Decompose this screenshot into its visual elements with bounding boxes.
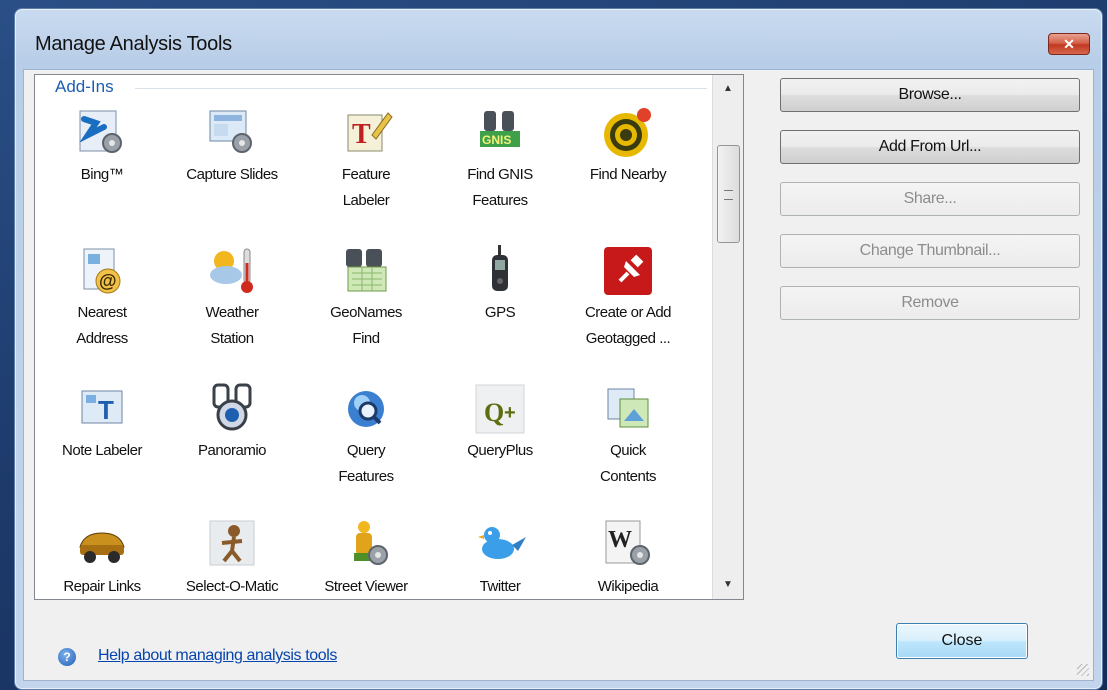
- geonames-icon: [338, 243, 394, 299]
- queryplus-icon: Q +: [472, 381, 528, 437]
- svg-text:@: @: [99, 271, 117, 291]
- tool-label-line2: Geotagged ...: [585, 330, 671, 347]
- scrollbar-thumb[interactable]: [717, 145, 740, 243]
- svg-text:Q: Q: [484, 398, 504, 427]
- tool-label: Street Viewer: [324, 578, 408, 595]
- weather-icon: [204, 243, 260, 299]
- tool-bing[interactable]: Bing™: [35, 105, 169, 189]
- browse-button[interactable]: Browse...: [780, 78, 1080, 112]
- tool-repair-links[interactable]: Repair Links: [35, 517, 169, 599]
- tool-label-line2: Labeler: [342, 192, 390, 209]
- select-o-matic-icon: [204, 517, 260, 573]
- tool-geonames-find[interactable]: GeoNames Find: [299, 243, 433, 351]
- tool-street-viewer[interactable]: Street Viewer: [299, 517, 433, 599]
- tool-quick-contents[interactable]: Quick Contents: [561, 381, 695, 489]
- tool-label: Find GNIS: [467, 166, 533, 183]
- tool-label: Nearest: [77, 304, 127, 321]
- address-at-icon: @: [74, 243, 130, 299]
- help-link[interactable]: Help about managing analysis tools: [98, 647, 337, 665]
- resize-grip-icon[interactable]: [1077, 664, 1089, 676]
- tool-label: Find Nearby: [589, 166, 667, 183]
- tool-label: Repair Links: [63, 578, 141, 595]
- scroll-down-arrow-icon[interactable]: ▼: [713, 571, 743, 599]
- svg-text:GNIS: GNIS: [482, 133, 511, 147]
- tool-gps[interactable]: GPS: [433, 243, 567, 327]
- tool-queryplus[interactable]: Q + QueryPlus: [433, 381, 567, 465]
- tool-label: Capture Slides: [186, 166, 278, 183]
- tool-label: Select-O-Matic: [185, 578, 279, 595]
- share-button[interactable]: Share...: [780, 182, 1080, 216]
- dialog-client-area: Add-Ins Bing™ Capture Slides T Feature L…: [23, 69, 1094, 681]
- capture-slides-icon: [204, 105, 260, 161]
- tools-list-scrollbar[interactable]: ▲ ▼: [712, 75, 743, 599]
- tool-label: QueryPlus: [467, 442, 533, 459]
- note-labeler-icon: T: [74, 381, 130, 437]
- target-icon: [600, 105, 656, 161]
- gnis-binoculars-icon: GNIS: [472, 105, 528, 161]
- tool-panoramio[interactable]: Panoramio: [165, 381, 299, 465]
- tool-note-labeler[interactable]: T Note Labeler: [35, 381, 169, 465]
- tool-label-line2: Address: [76, 330, 128, 347]
- svg-text:+: +: [504, 402, 516, 424]
- feature-labeler-icon: T: [338, 105, 394, 161]
- tools-list-panel: Add-Ins Bing™ Capture Slides T Feature L…: [34, 74, 744, 600]
- bing-icon: [74, 105, 130, 161]
- tool-create-geotagged[interactable]: Create or Add Geotagged ...: [561, 243, 695, 351]
- tool-weather-station[interactable]: Weather Station: [165, 243, 299, 351]
- tool-nearest-address[interactable]: @ Nearest Address: [35, 243, 169, 351]
- scrollbar-grip-icon: [724, 190, 733, 200]
- group-divider: [135, 88, 707, 89]
- tool-label: GPS: [484, 304, 516, 321]
- tool-label: GeoNames: [330, 304, 402, 321]
- query-globe-icon: [338, 381, 394, 437]
- tool-label: Bing™: [80, 166, 124, 183]
- close-window-icon[interactable]: ✕: [1048, 33, 1090, 55]
- repair-car-icon: [74, 517, 130, 573]
- group-header-add-ins: Add-Ins: [55, 77, 114, 96]
- panoramio-icon: [204, 381, 260, 437]
- close-button[interactable]: Close: [896, 623, 1028, 659]
- help-icon: ?: [58, 648, 76, 666]
- manage-analysis-tools-dialog: Manage Analysis Tools ✕ Add-Ins Bing™ Ca…: [14, 8, 1103, 690]
- svg-text:W: W: [608, 527, 632, 553]
- scroll-up-arrow-icon[interactable]: ▲: [713, 75, 743, 103]
- tool-label-line2: Contents: [599, 468, 657, 485]
- tool-label: Feature: [341, 166, 391, 183]
- tool-label-line2: Station: [210, 330, 254, 347]
- tool-label: Query: [346, 442, 386, 459]
- remove-button[interactable]: Remove: [780, 286, 1080, 320]
- tool-label: Create or Add: [584, 304, 672, 321]
- add-from-url-button[interactable]: Add From Url...: [780, 130, 1080, 164]
- tool-find-gnis-features[interactable]: GNIS Find GNIS Features: [433, 105, 567, 213]
- title-bar: Manage Analysis Tools ✕: [15, 9, 1102, 71]
- tool-twitter[interactable]: Twitter: [433, 517, 567, 599]
- tool-query-features[interactable]: Query Features: [299, 381, 433, 489]
- tool-wikipedia[interactable]: W Wikipedia: [561, 517, 695, 599]
- svg-text:T: T: [98, 395, 114, 425]
- tool-label-line2: Find: [352, 330, 380, 347]
- twitter-bird-icon: [472, 517, 528, 573]
- svg-text:T: T: [352, 119, 371, 150]
- tool-find-nearby[interactable]: Find Nearby: [561, 105, 695, 189]
- dialog-title: Manage Analysis Tools: [35, 33, 232, 55]
- pushpin-icon: [600, 243, 656, 299]
- wikipedia-icon: W: [600, 517, 656, 573]
- tool-label: Panoramio: [197, 442, 267, 459]
- street-viewer-icon: [338, 517, 394, 573]
- gps-device-icon: [472, 243, 528, 299]
- change-thumbnail-button[interactable]: Change Thumbnail...: [780, 234, 1080, 268]
- tool-capture-slides[interactable]: Capture Slides: [165, 105, 299, 189]
- tool-label: Twitter: [479, 578, 521, 595]
- tool-label-line2: Features: [338, 468, 394, 485]
- tool-select-o-matic[interactable]: Select-O-Matic: [165, 517, 299, 599]
- tool-label: Weather: [205, 304, 259, 321]
- tool-label-line2: Features: [472, 192, 528, 209]
- quick-contents-icon: [600, 381, 656, 437]
- tool-label: Wikipedia: [597, 578, 659, 595]
- tool-label: Note Labeler: [62, 442, 142, 459]
- tool-label: Quick: [610, 442, 646, 459]
- tool-feature-labeler[interactable]: T Feature Labeler: [299, 105, 433, 213]
